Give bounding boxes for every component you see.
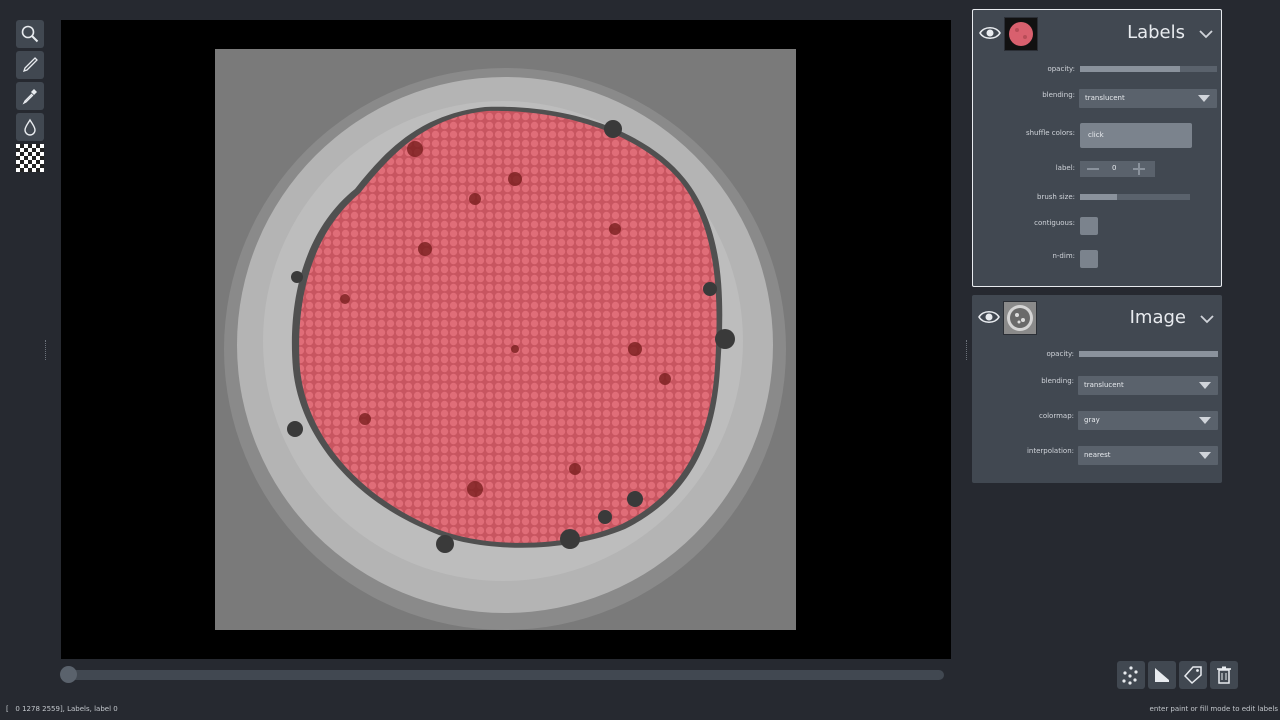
new-points-icon [1122,666,1138,685]
blending-select[interactable]: translucent [1078,376,1218,395]
ndim-label: n-dim: [1052,252,1075,260]
blending-value: translucent [1084,381,1124,389]
labels-thumbnail [1004,17,1038,51]
color-picker-icon [22,89,37,105]
ndim-checkbox[interactable] [1080,250,1098,268]
delete-layer-icon [1217,666,1231,684]
colormap-label: colormap: [1038,412,1074,420]
image-layer-render [215,49,796,630]
chevron-down-icon[interactable] [1199,27,1213,41]
colormap-select[interactable]: gray [1078,411,1218,430]
brush-size-label: brush size: [1037,193,1075,201]
new-shapes-button[interactable] [1148,661,1176,689]
opacity-slider[interactable] [1080,66,1217,72]
dims-slider-track[interactable] [61,670,944,680]
transparent-erase-icon[interactable] [16,144,44,172]
layer-name-image[interactable]: Image [1130,307,1186,328]
dims-slider-handle[interactable] [60,666,77,683]
visibility-eye-icon[interactable] [978,306,1000,328]
new-labels-icon [1183,666,1202,685]
interpolation-select[interactable]: nearest [1078,446,1218,465]
opacity-slider[interactable] [1079,351,1218,357]
zoom-icon [21,25,39,43]
fill-drop-icon [24,118,36,136]
contiguous-checkbox[interactable] [1080,217,1098,235]
chevron-down-icon[interactable] [1200,312,1214,326]
interpolation-value: nearest [1084,451,1111,459]
right-splitter-handle[interactable] [966,340,969,360]
paint-brush-icon [22,57,38,73]
colormap-value: gray [1084,416,1100,424]
new-labels-button[interactable] [1179,661,1207,689]
status-coordinates: [ 0 1278 2559], Labels, label 0 [6,705,118,713]
label-label: label: [1055,164,1075,172]
opacity-label: opacity: [1046,350,1074,358]
visibility-eye-icon[interactable] [979,22,1001,44]
layer-name-labels[interactable]: Labels [1127,22,1185,43]
contiguous-label: contiguous: [1034,219,1075,227]
delete-layer-button[interactable] [1210,661,1238,689]
brush-size-slider[interactable] [1080,194,1190,200]
plus-icon[interactable] [1132,162,1146,176]
pick-tool-button[interactable] [16,82,44,110]
labels-layer-panel[interactable]: Labels opacity: blending: translucent sh… [972,9,1222,287]
fill-tool-button[interactable] [16,113,44,141]
minus-icon[interactable] [1086,163,1100,175]
image-layer-panel[interactable]: Image opacity: blending: translucent col… [972,295,1222,483]
zoom-tool-button[interactable] [16,20,44,48]
label-spinbox[interactable]: 0 [1080,161,1155,177]
label-value: 0 [1112,164,1117,172]
blending-label: blending: [1041,377,1074,385]
labels-overlay [224,68,786,630]
blending-select[interactable]: translucent [1079,89,1217,108]
shuffle-colors-button[interactable]: click [1080,123,1192,148]
new-shapes-icon [1155,668,1169,682]
viewer-canvas[interactable] [61,20,951,659]
opacity-label: opacity: [1047,65,1075,73]
paint-tool-button[interactable] [16,51,44,79]
blending-label: blending: [1042,91,1075,99]
new-points-button[interactable] [1117,661,1145,689]
shuffle-colors-label: shuffle colors: [1025,129,1075,137]
interpolation-label: interpolation: [1026,447,1074,455]
status-help: enter paint or fill mode to edit labels [1149,705,1278,713]
image-thumbnail [1003,301,1037,335]
left-splitter-handle[interactable] [45,340,48,360]
blending-value: translucent [1085,94,1125,102]
